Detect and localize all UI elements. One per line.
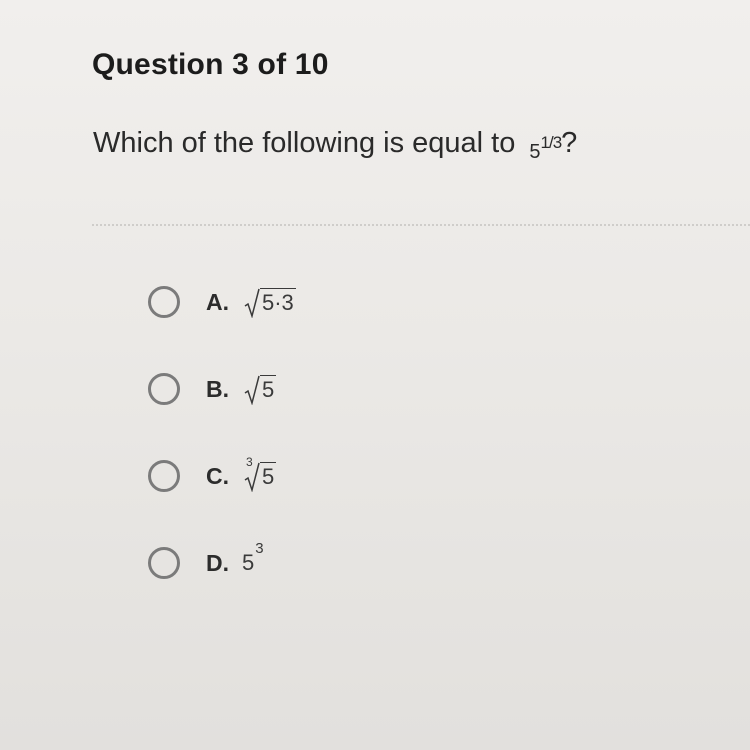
option-a-radicand: 5·3: [260, 288, 296, 315]
option-b-letter: B.: [206, 375, 229, 402]
sqrt-symbol: 5: [244, 375, 277, 405]
option-c-math: 3 5: [242, 455, 277, 492]
option-a[interactable]: A. 5·3: [148, 282, 548, 322]
prompt-question-mark: ?: [561, 127, 578, 159]
option-b-math: 5: [242, 375, 277, 405]
option-c-letter: C.: [206, 462, 229, 489]
option-c[interactable]: C. 3 5: [148, 455, 548, 496]
expression-exponent: 1/3: [540, 133, 563, 152]
question-prompt: Which of the following is equal to 51/3 …: [93, 127, 578, 163]
option-d-letter: D.: [206, 549, 229, 576]
option-d[interactable]: D. 53: [148, 540, 548, 583]
radical-sign-icon: [244, 375, 260, 405]
option-a-math: 5·3: [242, 288, 296, 318]
prompt-text: Which of the following is equal to: [93, 127, 516, 159]
option-b-radicand: 5: [260, 375, 277, 402]
radical-sign-icon: [244, 462, 260, 492]
prompt-expression: 51/3: [529, 127, 563, 163]
option-b[interactable]: B. 5: [148, 369, 548, 409]
radio-button-d[interactable]: [148, 547, 180, 579]
option-a-letter: A.: [206, 288, 229, 315]
radio-button-c[interactable]: [148, 460, 180, 492]
option-c-radicand: 5: [260, 462, 277, 489]
sqrt-symbol: 5·3: [244, 288, 296, 318]
question-header: Question 3 of 10: [92, 48, 329, 81]
option-d-base: 5: [242, 550, 255, 575]
radio-button-a[interactable]: [148, 286, 180, 318]
option-d-math: 53: [242, 540, 264, 576]
option-d-exponent: 3: [255, 540, 264, 557]
radio-button-b[interactable]: [148, 373, 180, 405]
cube-root-symbol: 3 5: [244, 455, 277, 492]
section-divider: [92, 224, 750, 226]
answer-options: A. 5·3 B. 5 C. 3 5 D. 5 3: [148, 282, 548, 630]
radical-sign-icon: [244, 288, 260, 318]
expression-base: 5: [529, 141, 541, 163]
